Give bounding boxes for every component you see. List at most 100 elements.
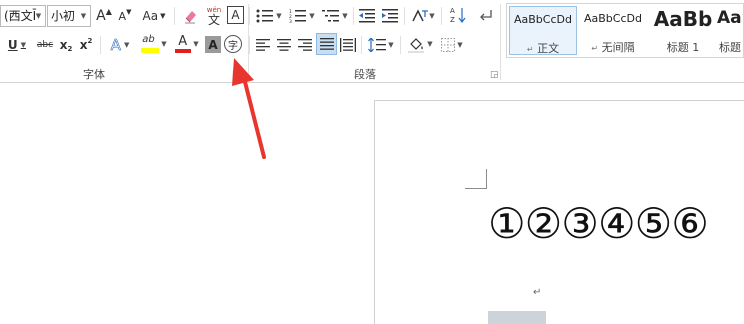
show-marks-button[interactable]: [476, 5, 496, 27]
align-left-button[interactable]: [254, 34, 272, 56]
chevron-down-icon: ▼: [161, 40, 167, 48]
chevron-down-icon: ▼: [80, 12, 87, 20]
eraser-icon: [185, 11, 196, 24]
grow-font-button[interactable]: A ▲: [95, 5, 113, 27]
style-name: 无间隔: [601, 41, 635, 54]
paragraph-group-label: 段落: [354, 68, 376, 81]
align-center-button[interactable]: [275, 34, 293, 56]
style-heading-1[interactable]: AaBb 标题 1: [649, 6, 717, 55]
superscript-label: x: [79, 38, 88, 52]
decrease-indent-button[interactable]: [357, 5, 377, 27]
font-color-label: A: [178, 34, 188, 49]
document-page[interactable]: ①②③④⑤⑥ ↵: [374, 100, 744, 324]
font-color-icon: A: [175, 34, 192, 54]
border-grid-icon: [441, 38, 456, 52]
style-no-spacing[interactable]: AaBbCcDd ↵ 无间隔: [579, 6, 647, 55]
font-family-select[interactable]: (西文Ī ▼: [0, 5, 46, 27]
increase-indent-icon: [382, 9, 398, 23]
char-shading-button[interactable]: A: [205, 36, 221, 53]
paragraph-mark-icon: ↵: [526, 45, 534, 54]
paragraph-mark-icon: ↵: [591, 44, 599, 53]
group-separator: [248, 4, 249, 80]
increase-indent-button[interactable]: [380, 5, 400, 27]
toolbar-separator: [174, 7, 175, 25]
bullets-button[interactable]: ▼: [254, 5, 284, 27]
font-dialog-launcher-icon[interactable]: ◲: [232, 70, 241, 80]
subscript-label: x: [59, 38, 68, 52]
font-color-button[interactable]: A ▼: [172, 33, 202, 55]
align-center-icon: [277, 39, 291, 51]
chevron-down-icon: ▼: [388, 41, 394, 49]
char-border-button[interactable]: A: [227, 6, 244, 24]
ribbon: (西文Ī ▼ 小初 ▼ A ▲ A ▼ Aa ▼ wén 文 A ▼ 1 2 3…: [0, 0, 744, 83]
chinese-layout-button[interactable]: ▼: [408, 5, 438, 27]
group-separator: [500, 4, 501, 80]
circled-numbers-text[interactable]: ①②③④⑤⑥: [488, 199, 709, 249]
justify-button[interactable]: [316, 33, 337, 55]
borders-button[interactable]: ▼: [437, 34, 467, 56]
style-name: 正文: [537, 42, 560, 55]
enclose-characters-button[interactable]: 字: [224, 35, 242, 53]
style-preview: AaBbCcDd: [514, 13, 572, 26]
svg-text:Z: Z: [450, 16, 455, 24]
chinese-layout-icon: [412, 9, 429, 22]
sort-button[interactable]: A Z: [447, 4, 469, 26]
change-case-label: Aa: [142, 9, 159, 23]
strikethrough-label: abc: [36, 40, 54, 50]
change-case-button[interactable]: Aa ▼: [141, 5, 167, 27]
chevron-down-icon: ▼: [123, 41, 130, 49]
selection-highlight: [488, 311, 546, 324]
style-heading[interactable]: AaB 标题: [713, 6, 743, 55]
subscript-button[interactable]: x2: [58, 34, 74, 56]
multilevel-list-icon: [322, 10, 340, 22]
chevron-down-icon: ▼: [193, 40, 199, 48]
line-spacing-icon: [368, 38, 387, 52]
underline-button[interactable]: U ▼: [4, 34, 30, 56]
svg-text:A: A: [450, 7, 455, 15]
distributed-icon: [340, 38, 356, 52]
strikethrough-button[interactable]: abc: [34, 34, 56, 56]
char-shading-label: A: [208, 37, 218, 52]
align-right-button[interactable]: [296, 34, 314, 56]
toolbar-separator: [353, 7, 354, 25]
toolbar-separator: [100, 36, 101, 54]
style-normal[interactable]: AaBbCcDd ↵ 正文: [509, 6, 577, 55]
text-effects-button[interactable]: A ▼: [106, 34, 134, 56]
grow-font-label: A: [96, 8, 106, 24]
chevron-down-icon: ▼: [20, 41, 27, 49]
margin-corner-mark: [465, 169, 487, 189]
toolbar-separator: [249, 36, 250, 54]
line-spacing-button[interactable]: ▼: [366, 34, 396, 56]
style-preview: AaBb: [653, 7, 713, 31]
style-name: 标题 1: [666, 41, 700, 54]
highlight-button[interactable]: ab ▼: [139, 33, 169, 55]
font-family-value: (西文Ī: [4, 9, 37, 23]
multilevel-list-button[interactable]: ▼: [320, 5, 350, 27]
shrink-font-button[interactable]: A ▼: [117, 5, 133, 27]
svg-text:3: 3: [289, 19, 292, 23]
superscript-two: 2: [87, 37, 93, 45]
document-canvas[interactable]: ①②③④⑤⑥ ↵: [0, 84, 744, 324]
paragraph-dialog-launcher-icon[interactable]: ◲: [490, 70, 499, 80]
chevron-down-icon: ▼: [457, 41, 463, 49]
numbering-button[interactable]: 1 2 3 ▼: [287, 5, 317, 27]
clear-format-button[interactable]: [181, 5, 201, 27]
sort-az-icon: A Z: [450, 7, 466, 24]
font-size-select[interactable]: 小初 ▼: [47, 5, 91, 27]
caret-down-icon: ▼: [126, 8, 132, 16]
phonetic-guide-button[interactable]: wén 文: [204, 3, 224, 29]
chevron-down-icon: ▼: [342, 12, 348, 20]
numbered-list-icon: 1 2 3: [289, 9, 307, 23]
caret-up-icon: ▲: [105, 7, 112, 16]
align-left-icon: [256, 39, 270, 51]
font-color-bar: [175, 49, 192, 53]
superscript-button[interactable]: x2: [78, 34, 94, 56]
shrink-font-label: A: [118, 9, 127, 23]
paragraph-shading-button[interactable]: ▼: [405, 33, 435, 55]
chevron-down-icon: ▼: [276, 12, 282, 20]
font-group-label: 字体: [83, 68, 105, 81]
style-preview: AaB: [717, 8, 743, 28]
distributed-button[interactable]: [339, 34, 357, 56]
highlight-label: ab: [142, 34, 155, 45]
highlighter-icon: ab: [141, 34, 160, 54]
